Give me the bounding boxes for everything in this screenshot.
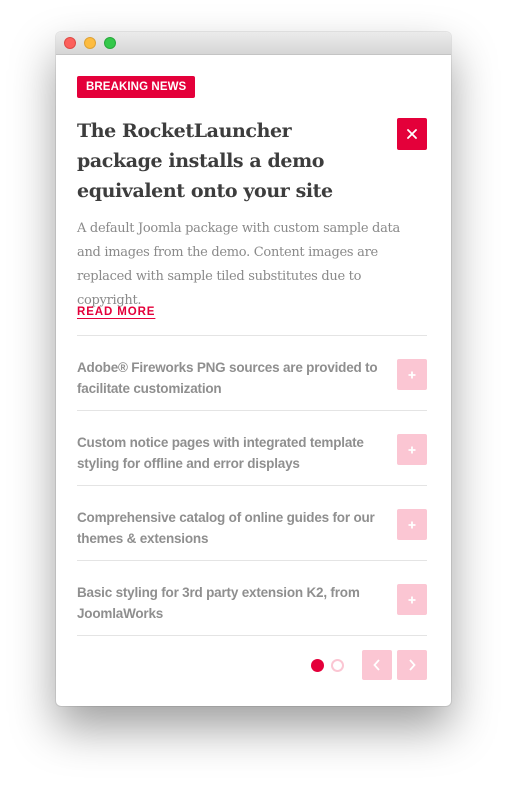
app-window: BREAKING NEWS The RocketLauncher package… <box>56 32 451 706</box>
window-close-button[interactable] <box>64 37 76 49</box>
list-item: Comprehensive catalog of online guides f… <box>77 486 427 560</box>
window-minimize-button[interactable] <box>84 37 96 49</box>
close-icon <box>407 129 417 139</box>
title-bar <box>56 32 451 55</box>
expand-button[interactable] <box>397 584 427 615</box>
plus-icon <box>408 371 416 378</box>
chevron-right-icon <box>409 659 416 671</box>
article-description: A default Joomla package with custom sam… <box>77 221 400 308</box>
read-more-link[interactable]: READ MORE <box>77 306 155 318</box>
next-button[interactable] <box>397 650 427 680</box>
expand-button[interactable] <box>397 359 427 390</box>
window-zoom-button[interactable] <box>104 37 116 49</box>
prev-button[interactable] <box>362 650 392 680</box>
list-item-text[interactable]: Comprehensive catalog of online guides f… <box>77 507 382 549</box>
pagination-dot-1[interactable] <box>311 659 324 672</box>
list-item-text[interactable]: Basic styling for 3rd party extension K2… <box>77 582 382 624</box>
breaking-news-badge: BREAKING NEWS <box>77 76 196 98</box>
divider <box>77 635 427 636</box>
list-item-text[interactable]: Adobe® Fireworks PNG sources are provide… <box>77 357 382 399</box>
plus-icon <box>408 596 416 603</box>
expand-button[interactable] <box>397 434 427 465</box>
chevron-left-icon <box>373 659 380 671</box>
close-button[interactable] <box>397 118 427 150</box>
list-item: Custom notice pages with integrated temp… <box>77 411 427 485</box>
expand-button[interactable] <box>397 509 427 540</box>
plus-icon <box>408 446 416 453</box>
pagination-dot-2[interactable] <box>331 659 344 672</box>
plus-icon <box>408 521 416 528</box>
list-item: Basic styling for 3rd party extension K2… <box>77 561 427 635</box>
list-item: Adobe® Fireworks PNG sources are provide… <box>77 336 427 410</box>
list-item-text[interactable]: Custom notice pages with integrated temp… <box>77 432 382 474</box>
article-headline[interactable]: The RocketLauncher package installs a de… <box>77 116 382 206</box>
